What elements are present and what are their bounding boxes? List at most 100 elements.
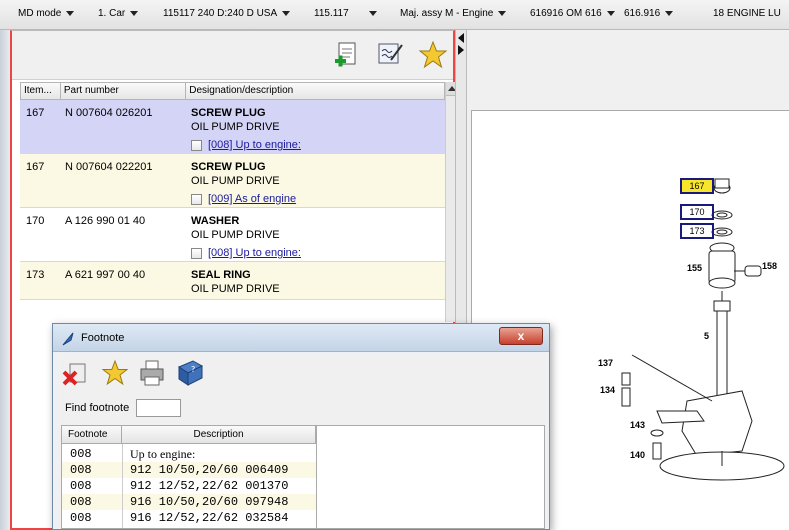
column-divider — [122, 444, 123, 528]
footnote-dialog: Footnote x ? Find footnote Footnote Desc… — [52, 323, 550, 530]
favorites-button[interactable] — [418, 40, 448, 70]
footnote-icon — [191, 247, 202, 259]
chevron-down-icon — [368, 11, 377, 16]
footnote-code: 008 — [70, 511, 92, 525]
mode-dropdown[interactable]: MD mode — [18, 8, 75, 19]
help-book-icon: ? — [177, 360, 204, 386]
footnote-link[interactable]: [009] As of engine — [191, 193, 296, 205]
item-number: 167 — [26, 107, 45, 119]
group-label: 18 ENGINE LU — [713, 8, 781, 19]
part-number: N 007604 022201 — [65, 161, 153, 173]
collapse-left-icon[interactable] — [458, 33, 464, 43]
model-dropdown[interactable]: 115117 240 D:240 D USA — [163, 8, 291, 19]
footnote-code: 008 — [70, 463, 92, 477]
part-description: OIL PUMP DRIVE — [191, 283, 280, 295]
model-code-label: 115.117 — [314, 8, 349, 19]
dialog-body: ? Find footnote Footnote Description 008… — [57, 353, 545, 529]
footnote-description: 916 12/52,22/62 032584 — [130, 511, 289, 525]
add-document-icon — [335, 42, 356, 67]
column-description[interactable]: Description — [122, 426, 316, 443]
table-row[interactable]: 008 916 12/52,22/62 032584 — [62, 510, 316, 526]
callout-173[interactable]: 173 — [680, 223, 714, 239]
part-description: OIL PUMP DRIVE — [191, 121, 280, 133]
footnote-code: 008 — [70, 447, 92, 461]
item-number: 170 — [26, 215, 45, 227]
engine-label: 616916 OM 616 — [530, 8, 602, 19]
table-row[interactable]: 008 916 10/50,20/60 097948 — [62, 494, 316, 510]
mode-label: MD mode — [18, 8, 62, 19]
table-row[interactable]: 173 A 621 997 00 40 SEAL RING OIL PUMP D… — [20, 262, 445, 300]
find-footnote-label: Find footnote — [65, 402, 130, 414]
footnote-table-header: Footnote Description — [62, 426, 316, 444]
vehicle-class-label: 1. Car — [98, 8, 126, 19]
delete-footnote-button[interactable] — [61, 358, 91, 388]
table-row[interactable]: 167 N 007604 022201 SCREW PLUG OIL PUMP … — [20, 154, 445, 208]
table-row[interactable]: 008 Up to engine: — [62, 446, 316, 462]
edit-document-icon — [378, 43, 403, 64]
label-158[interactable]: 158 — [762, 261, 777, 271]
label-134[interactable]: 134 — [600, 385, 615, 395]
table-row[interactable]: 170 A 126 990 01 40 WASHER OIL PUMP DRIV… — [20, 208, 445, 262]
footnote-code: 008 — [70, 495, 92, 509]
assembly-label: Maj. assy M - Engine — [400, 8, 494, 19]
model-code-dropdown[interactable]: 115.117 — [314, 8, 377, 19]
label-140[interactable]: 140 — [630, 450, 645, 460]
label-137[interactable]: 137 — [598, 358, 613, 368]
star-icon — [101, 359, 129, 386]
table-row[interactable]: 008 912 10/50,20/60 006409 — [62, 462, 316, 478]
help-button[interactable]: ? — [175, 358, 205, 388]
item-number: 167 — [26, 161, 45, 173]
assembly-dropdown[interactable]: Maj. assy M - Engine — [400, 8, 507, 19]
column-footnote[interactable]: Footnote — [62, 426, 122, 443]
callout-170[interactable]: 170 — [680, 204, 714, 220]
vehicle-class-dropdown[interactable]: 1. Car — [98, 8, 139, 19]
footnote-text[interactable]: [008] Up to engine: — [208, 139, 301, 151]
context-bar: MD mode 1. Car 115117 240 D:240 D USA 11… — [0, 0, 789, 30]
parts-table-body: 167 N 007604 026201 SCREW PLUG OIL PUMP … — [20, 100, 445, 300]
favorites-button[interactable] — [100, 358, 130, 388]
table-row[interactable]: 167 N 007604 026201 SCREW PLUG OIL PUMP … — [20, 100, 445, 154]
column-divider — [316, 426, 317, 528]
part-description: OIL PUMP DRIVE — [191, 175, 280, 187]
part-number: A 126 990 01 40 — [65, 215, 146, 227]
edit-notes-button[interactable] — [375, 40, 405, 70]
label-143[interactable]: 143 — [630, 420, 645, 430]
chevron-down-icon — [665, 11, 674, 16]
add-to-list-button[interactable] — [332, 40, 362, 70]
callout-167[interactable]: 167 — [680, 178, 714, 194]
group-dropdown[interactable]: 18 ENGINE LU — [713, 8, 781, 19]
close-button[interactable]: x — [499, 327, 543, 345]
engine-code-dropdown[interactable]: 616.916 — [624, 8, 674, 19]
footnote-text[interactable]: [008] Up to engine: — [208, 247, 301, 259]
part-number: A 621 997 00 40 — [65, 269, 146, 281]
footnote-table: Footnote Description 008 Up to engine: 00… — [61, 425, 545, 529]
delete-icon — [62, 363, 86, 386]
part-name: WASHER — [191, 215, 240, 227]
model-label: 115117 240 D:240 D USA — [163, 8, 278, 19]
part-name: SCREW PLUG — [191, 107, 266, 119]
part-description: OIL PUMP DRIVE — [191, 229, 280, 241]
column-item[interactable]: Item... — [21, 83, 61, 99]
engine-dropdown[interactable]: 616916 OM 616 — [530, 8, 615, 19]
dialog-title: Footnote — [81, 332, 125, 344]
dialog-titlebar[interactable]: Footnote x — [53, 324, 549, 352]
footnote-link[interactable]: [008] Up to engine: — [191, 247, 301, 259]
item-number: 173 — [26, 269, 45, 281]
chevron-down-icon — [282, 11, 291, 16]
chevron-down-icon — [498, 11, 507, 16]
find-footnote-input[interactable] — [136, 399, 181, 417]
label-155[interactable]: 155 — [687, 263, 702, 273]
footnote-description: 912 12/52,22/62 001370 — [130, 479, 289, 493]
feather-icon — [62, 332, 74, 346]
footnote-icon — [191, 193, 202, 205]
footnote-text[interactable]: [009] As of engine — [208, 193, 296, 205]
label-5[interactable]: 5 — [704, 331, 709, 341]
table-row[interactable]: 008 912 12/52,22/62 001370 — [62, 478, 316, 494]
column-part-number[interactable]: Part number — [61, 83, 187, 99]
left-edge-strip — [0, 30, 10, 530]
column-designation[interactable]: Designation/description — [186, 83, 444, 99]
footnote-link[interactable]: [008] Up to engine: — [191, 139, 301, 151]
print-button[interactable] — [137, 358, 167, 388]
chevron-down-icon — [606, 11, 615, 16]
expand-right-icon[interactable] — [458, 45, 464, 55]
